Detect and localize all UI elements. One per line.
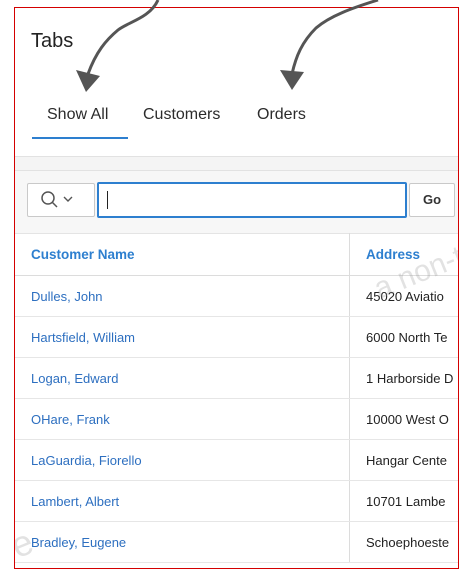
tabs-region: Tabs Show All Customers Orders: [15, 8, 458, 157]
chevron-down-icon: [63, 196, 73, 202]
report-region: Go Customer Name Address Dulles, John 450…: [15, 170, 458, 568]
address-cell: Hangar Cente: [349, 439, 458, 481]
search-input[interactable]: [97, 182, 407, 218]
table-row: Lambert, Albert 10701 Lambe: [15, 480, 458, 522]
search-icon: [41, 191, 73, 208]
address-cell: 45020 Aviatio: [349, 275, 458, 317]
table-row: Logan, Edward 1 Harborside D: [15, 357, 458, 399]
table-row: Dulles, John 45020 Aviatio: [15, 275, 458, 317]
table-row: Bradley, Eugene Schoephoeste: [15, 521, 458, 563]
address-cell: Schoephoeste: [349, 521, 458, 563]
customer-name-link[interactable]: Dulles, John: [15, 275, 350, 317]
table-row: Hartsfield, William 6000 North Te: [15, 316, 458, 358]
address-cell: 10701 Lambe: [349, 480, 458, 522]
column-search-button[interactable]: [27, 183, 95, 217]
active-tab-indicator: [32, 137, 128, 139]
customer-name-link[interactable]: Bradley, Eugene: [15, 521, 350, 563]
report-table: Customer Name Address Dulles, John 45020 …: [15, 233, 458, 563]
address-cell: 1 Harborside D: [349, 357, 458, 399]
text-caret: [107, 191, 108, 209]
address-cell: 6000 North Te: [349, 316, 458, 358]
go-button[interactable]: Go: [409, 183, 455, 217]
tab-customers[interactable]: Customers: [143, 106, 220, 124]
tab-show-all[interactable]: Show All: [47, 106, 108, 124]
page-frame: Tabs Show All Customers Orders Go Custom: [14, 7, 459, 569]
tab-orders[interactable]: Orders: [257, 106, 306, 124]
region-title: Tabs: [31, 30, 74, 52]
customer-name-link[interactable]: LaGuardia, Fiorello: [15, 439, 350, 481]
customer-name-link[interactable]: Hartsfield, William: [15, 316, 350, 358]
table-row: LaGuardia, Fiorello Hangar Cente: [15, 439, 458, 481]
customer-name-link[interactable]: OHare, Frank: [15, 398, 350, 440]
table-header-row: Customer Name Address: [15, 233, 458, 276]
column-header-customer-name[interactable]: Customer Name: [15, 233, 350, 276]
customer-name-link[interactable]: Lambert, Albert: [15, 480, 350, 522]
column-header-address[interactable]: Address: [349, 233, 458, 276]
customer-name-link[interactable]: Logan, Edward: [15, 357, 350, 399]
table-row: OHare, Frank 10000 West O: [15, 398, 458, 440]
search-bar: Go: [15, 171, 458, 234]
address-cell: 10000 West O: [349, 398, 458, 440]
